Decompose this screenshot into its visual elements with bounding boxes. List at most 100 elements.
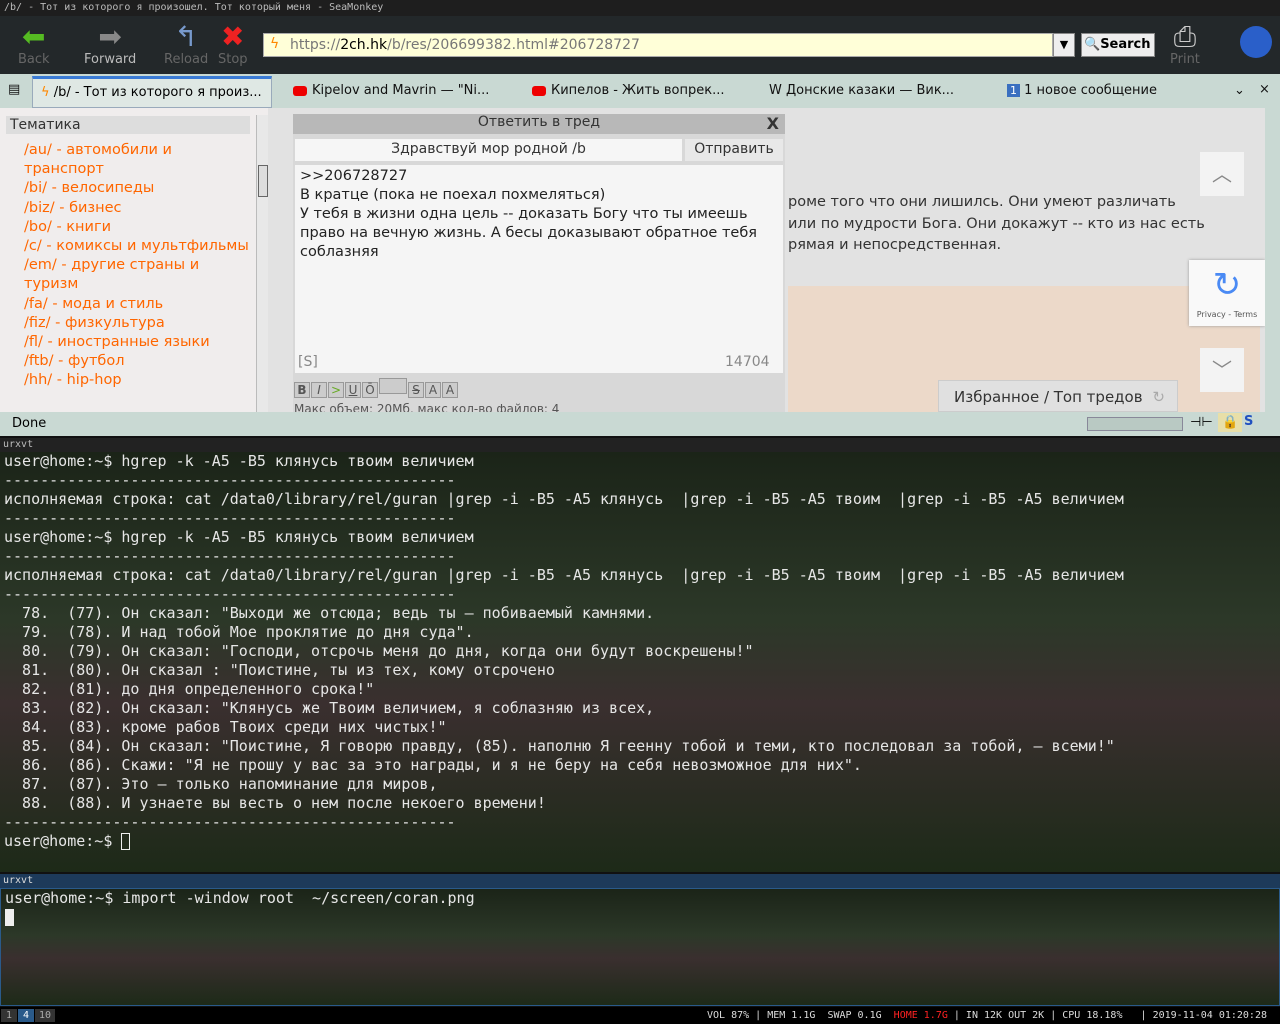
strike-icon[interactable]: S (408, 382, 424, 398)
recaptcha-icon: ↻ (1212, 265, 1242, 305)
search-button[interactable]: 🔍Search (1081, 33, 1155, 57)
board-link[interactable]: /em/ - другие страны и туризм (24, 256, 254, 294)
stop-icon: ✖ (221, 20, 245, 53)
overline-icon[interactable]: Ō (362, 382, 378, 398)
subject-input[interactable]: Здравствуй мор родной /b (295, 139, 682, 161)
workspace-10[interactable]: 10 (35, 1009, 55, 1022)
stop-label: Stop (218, 52, 248, 67)
tab-messages[interactable]: 1 1 новое сообщение (1007, 83, 1157, 98)
tab-label: Kipelov and Mavrin — "Ni... (312, 83, 490, 98)
board-link[interactable]: /bo/ - книги (24, 218, 254, 237)
reload-label: Reload (164, 52, 209, 67)
tab-active[interactable]: ϟ /b/ - Тот из которого я произ... (32, 76, 272, 108)
forward-arrow-icon: ➡ (98, 20, 122, 53)
back-arrow-icon: ⬅ (22, 20, 46, 53)
workspace-4[interactable]: 4 (18, 1009, 34, 1022)
scroll-up-button[interactable]: ︿ (1200, 152, 1244, 196)
send-button[interactable]: Отправить (685, 139, 783, 161)
close-form-button[interactable]: X (767, 114, 779, 133)
boards-sidebar: Тематика /au/ - автомобили и транспорт /… (0, 108, 268, 412)
board-link[interactable]: /bi/ - велосипеды (24, 179, 254, 198)
youtube-icon (293, 85, 307, 96)
tab-list-icon[interactable]: ▤ (8, 82, 20, 97)
workspace-1[interactable]: 1 (1, 1009, 17, 1022)
terminal-line: 86. (86). Скажи: "Я не прошу у вас за эт… (4, 756, 862, 774)
terminal-line: ----------------------------------------… (4, 813, 456, 831)
terminal-1-title: urxvt (0, 438, 1280, 452)
url-history-dropdown[interactable]: ▼ (1053, 33, 1075, 57)
window-title: /b/ - Тот из которого я произошел. Тот к… (0, 0, 1280, 16)
terminal-2[interactable]: user@home:~$ import -window root ~/scree… (0, 888, 1280, 1006)
page-scrollbar[interactable] (1265, 108, 1280, 412)
board-link[interactable]: /hh/ - hip-hop (24, 371, 254, 390)
youtube-icon (532, 85, 546, 96)
terminal-line: user@home:~$ hgrep -k -A5 -B5 клянусь тв… (4, 452, 474, 470)
back-label: Back (18, 52, 50, 67)
stop-button[interactable]: ✖ Stop (218, 20, 248, 68)
terminal-line: ----------------------------------------… (4, 585, 456, 603)
board-link[interactable]: /fa/ - мода и стиль (24, 295, 254, 314)
board-link[interactable]: /au/ - автомобили и транспорт (24, 141, 254, 179)
tab-kipelov-mavrin[interactable]: Kipelov and Mavrin — "Ni... (293, 83, 489, 98)
italic-icon[interactable]: I (311, 382, 327, 398)
bold-icon[interactable]: B (294, 382, 310, 398)
search-label: Search (1100, 37, 1151, 52)
tab-label: Кипелов - Жить вопрек... (551, 83, 725, 98)
terminal-line: 80. (79). Он сказал: "Господи, отсрочь м… (4, 642, 754, 660)
print-button[interactable]: ⎙ Print (1170, 22, 1200, 68)
favorites-button[interactable]: Избранное / Топ тредов ↻ (938, 380, 1178, 412)
terminal-line: 85. (84). Он сказал: "Поистине, Я говорю… (4, 737, 1115, 755)
terminal-line: исполняемая строка: cat /data0/library/r… (4, 566, 1124, 584)
post-text: роме того что они лишилсь. Они умеют раз… (788, 192, 1258, 257)
home-disk: HOME 1.7G (893, 1010, 948, 1021)
sage-toggle[interactable]: [S] (298, 354, 318, 370)
url-host: 2ch.hk (340, 37, 388, 53)
url-prefix: https:// (290, 37, 341, 53)
reply-form-header[interactable]: Ответить в тред X (293, 114, 785, 134)
tab-bar: ▤ ϟ /b/ - Тот из которого я произ... Kip… (0, 74, 1280, 108)
sidebar-scrollbar[interactable] (256, 115, 268, 412)
sidebar-s-icon[interactable]: S (1244, 414, 1253, 429)
terminal-1[interactable]: user@home:~$ hgrep -k -A5 -B5 клянусь тв… (0, 452, 1280, 872)
scroll-down-button[interactable]: ﹀ (1200, 348, 1244, 392)
forward-button[interactable]: ➡ Forward (84, 20, 136, 68)
board-link[interactable]: /ftb/ - футбол (24, 352, 254, 371)
refresh-icon: ↻ (1152, 388, 1165, 406)
seamonkey-logo-icon (1240, 26, 1272, 58)
quote-icon[interactable]: > (328, 382, 344, 398)
terminal-line: 81. (80). Он сказал : "Поистине, ты из т… (4, 661, 555, 679)
board-link[interactable]: /c/ - комиксы и мультфильмы (24, 237, 254, 256)
site-icon: ϟ (41, 85, 54, 100)
terminal-line: user@home:~$ (0, 832, 1280, 851)
sidebar-title: Тематика (6, 116, 250, 134)
close-tab-icon[interactable]: × (1259, 82, 1270, 97)
board-link[interactable]: /fl/ - иностранные языки (24, 333, 254, 352)
site-icon: ϟ (270, 36, 280, 52)
scroll-thumb[interactable] (258, 165, 268, 197)
recaptcha-badge[interactable]: ↻ Privacy - Terms (1189, 260, 1265, 326)
recaptcha-terms[interactable]: Privacy - Terms (1197, 310, 1258, 319)
underline-icon[interactable]: U (345, 382, 361, 398)
spoiler-icon[interactable] (379, 378, 407, 394)
board-link[interactable]: /biz/ - бизнес (24, 199, 254, 218)
tab-wikipedia[interactable]: W Донские казаки — Вик... (769, 83, 954, 98)
terminal-line: 82. (81). до дня определенного срока!" (4, 680, 375, 698)
tabs-dropdown-icon[interactable]: ⌄ (1234, 83, 1245, 98)
favorites-label: Избранное / Топ тредов (954, 388, 1143, 406)
post-line: роме того что они лишилсь. Они умеют раз… (788, 194, 1176, 210)
clock: 2019-11-04 01:20:28 (1152, 1010, 1267, 1021)
subscript-icon[interactable]: A (442, 382, 458, 398)
volume: VOL 87% (707, 1010, 750, 1021)
back-button[interactable]: ⬅ Back (18, 20, 50, 68)
terminal-line: 83. (82). Он сказал: "Клянусь же Твоим в… (4, 699, 655, 717)
lock-icon: 🔒 (1218, 413, 1243, 432)
message-textarea[interactable]: >>206728727 В кратце (пока не поехал пох… (295, 165, 783, 373)
swap: SWAP 0.1G (827, 1010, 882, 1021)
url-bar[interactable]: ϟ https://2ch.hk/b/res/206699382.html#206… (263, 33, 1053, 57)
superscript-icon[interactable]: A (425, 382, 441, 398)
reload-button[interactable]: ↰ Reload (164, 22, 209, 68)
print-label: Print (1170, 52, 1200, 67)
board-link[interactable]: /fiz/ - физкультура (24, 314, 254, 333)
terminal-line: 88. (88). И узнаете вы весть о нем после… (4, 794, 546, 812)
tab-kipelov[interactable]: Кипелов - Жить вопрек... (532, 83, 725, 98)
